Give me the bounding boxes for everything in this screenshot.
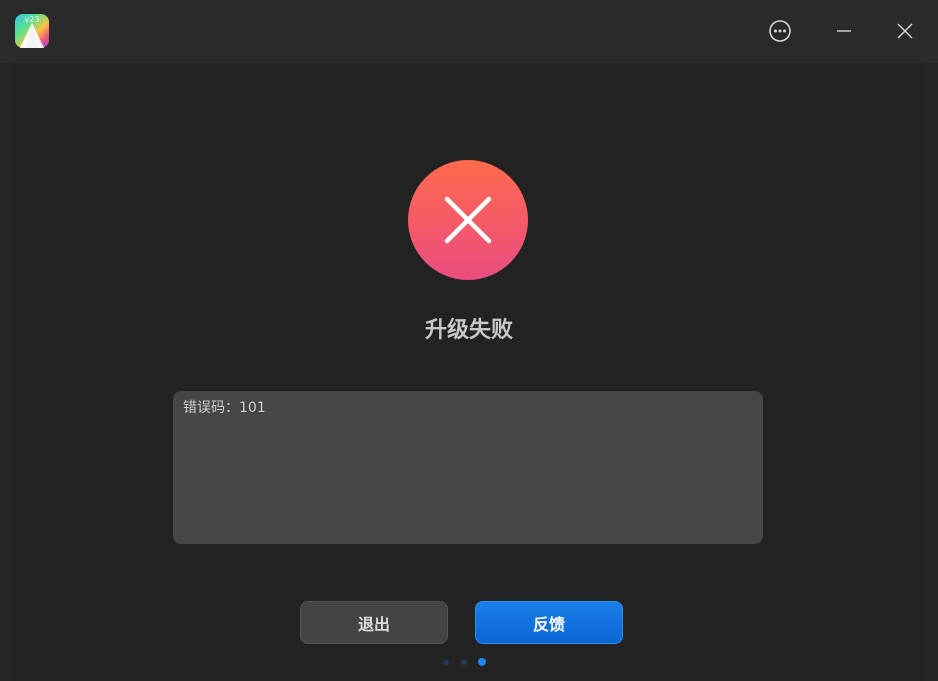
close-window-button[interactable] bbox=[888, 14, 922, 48]
title-bar: v23 bbox=[0, 0, 938, 63]
main-panel bbox=[12, 63, 926, 681]
error-details-box[interactable]: 错误码：101 bbox=[173, 391, 763, 544]
step-dot-2 bbox=[461, 659, 467, 665]
error-x-icon bbox=[408, 160, 528, 280]
feedback-button-label: 反馈 bbox=[532, 614, 565, 634]
exit-button[interactable]: 退出 bbox=[300, 601, 448, 644]
status-title: 升级失败 bbox=[424, 318, 513, 343]
minimize-icon bbox=[837, 30, 851, 32]
step-dot-1 bbox=[443, 659, 449, 665]
more-options-icon bbox=[769, 20, 791, 42]
close-icon bbox=[897, 23, 913, 39]
app-version-label: v23 bbox=[24, 15, 40, 24]
error-code-text: 错误码：101 bbox=[183, 400, 266, 416]
exit-button-label: 退出 bbox=[357, 614, 390, 634]
more-options-button[interactable] bbox=[763, 14, 797, 48]
feedback-button[interactable]: 反馈 bbox=[475, 601, 623, 644]
minimize-button[interactable] bbox=[827, 14, 861, 48]
step-dot-3-active bbox=[478, 658, 486, 666]
step-indicator bbox=[441, 657, 491, 667]
